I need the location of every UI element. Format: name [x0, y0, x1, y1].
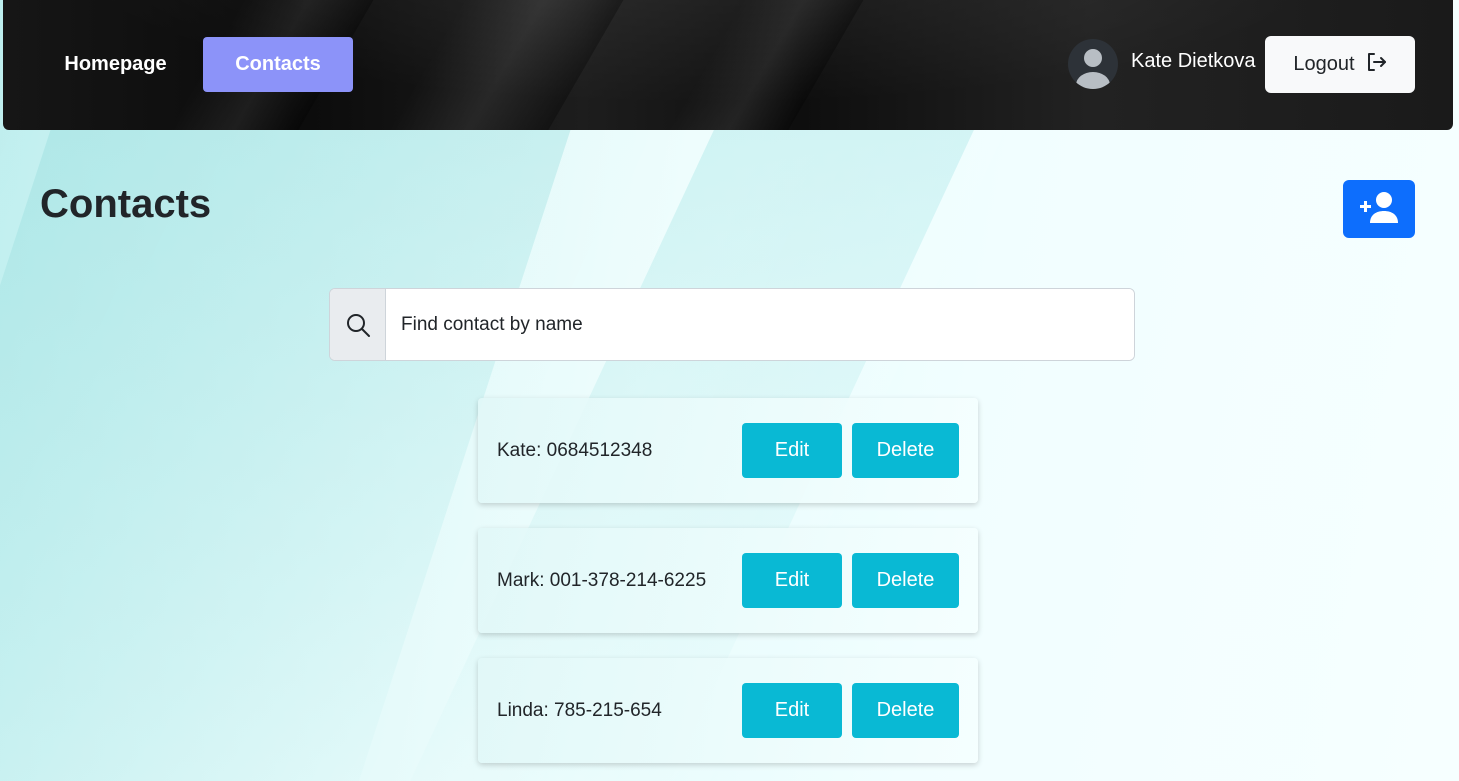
contact-text: Kate: 0684512348 — [497, 439, 653, 461]
navbar: Homepage Contacts Kate Dietkova Logout — [3, 0, 1453, 130]
user-name: Kate Dietkova — [1131, 50, 1256, 72]
page-title: Contacts — [40, 182, 212, 226]
delete-button[interactable]: Delete — [852, 423, 959, 478]
logout-button[interactable]: Logout — [1265, 36, 1415, 93]
delete-button[interactable]: Delete — [852, 683, 959, 738]
search-input[interactable] — [386, 289, 1134, 360]
contact-list: Kate: 0684512348 Edit Delete Mark: 001-3… — [478, 398, 978, 781]
search-bar — [329, 288, 1135, 361]
contact-card: Mark: 001-378-214-6225 Edit Delete — [478, 528, 978, 633]
user-avatar-icon — [1068, 39, 1118, 89]
contact-card: Kate: 0684512348 Edit Delete — [478, 398, 978, 503]
nav-homepage-link[interactable]: Homepage — [43, 37, 188, 92]
navbar-decoration — [639, 0, 887, 130]
navbar-decoration — [359, 0, 647, 130]
contact-text: Linda: 785-215-654 — [497, 699, 662, 721]
nav-contacts-link[interactable]: Contacts — [203, 37, 353, 92]
edit-button[interactable]: Edit — [742, 553, 842, 608]
delete-button[interactable]: Delete — [852, 553, 959, 608]
add-contact-button[interactable] — [1343, 180, 1415, 238]
contact-card: Linda: 785-215-654 Edit Delete — [478, 658, 978, 763]
person-plus-icon — [1359, 190, 1399, 228]
page: Homepage Contacts Kate Dietkova Logout C… — [0, 0, 1459, 781]
logout-icon — [1365, 51, 1387, 79]
search-icon — [330, 289, 386, 360]
contact-text: Mark: 001-378-214-6225 — [497, 569, 707, 591]
edit-button[interactable]: Edit — [742, 683, 842, 738]
edit-button[interactable]: Edit — [742, 423, 842, 478]
logout-label: Logout — [1293, 53, 1355, 75]
